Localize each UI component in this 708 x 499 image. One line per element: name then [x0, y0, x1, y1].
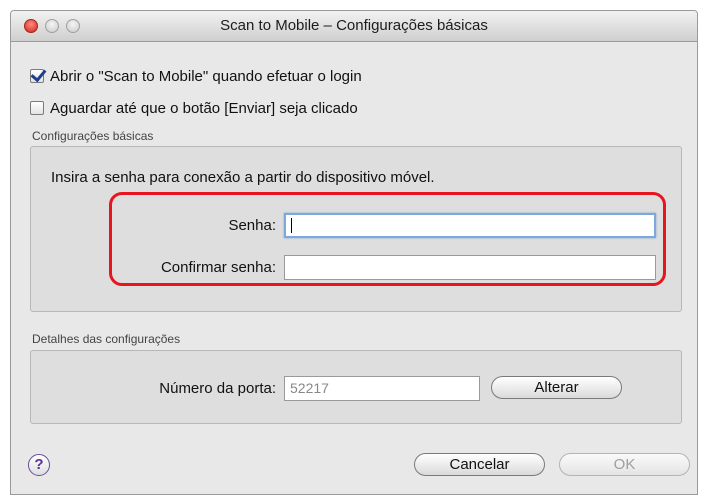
change-port-button[interactable]: Alterar	[491, 376, 622, 399]
help-icon[interactable]: ?	[28, 454, 50, 476]
title-bar[interactable]: Scan to Mobile – Configurações básicas	[11, 11, 697, 42]
wait-send-option[interactable]: Aguardar até que o botão [Enviar] seja c…	[30, 99, 358, 117]
details-group-title: Detalhes das configurações	[32, 332, 181, 346]
open-on-login-label[interactable]: Abrir o "Scan to Mobile" quando efetuar …	[50, 68, 362, 85]
highlight-box	[109, 192, 666, 286]
port-number-field: 52217	[284, 376, 480, 401]
open-on-login-checkbox[interactable]	[30, 69, 44, 83]
port-number-label: Número da porta:	[159, 380, 276, 397]
wait-send-checkbox[interactable]	[30, 101, 44, 115]
cancel-button[interactable]: Cancelar	[414, 453, 545, 476]
password-instruction: Insira a senha para conexão a partir do …	[51, 169, 435, 186]
port-number-value: 52217	[290, 380, 329, 396]
basic-settings-group-title: Configurações básicas	[32, 129, 154, 143]
open-on-login-option[interactable]: Abrir o "Scan to Mobile" quando efetuar …	[30, 67, 362, 85]
wait-send-label[interactable]: Aguardar até que o botão [Enviar] seja c…	[50, 100, 358, 117]
window-title: Scan to Mobile – Configurações básicas	[220, 17, 488, 34]
ok-button[interactable]: OK	[559, 453, 690, 476]
